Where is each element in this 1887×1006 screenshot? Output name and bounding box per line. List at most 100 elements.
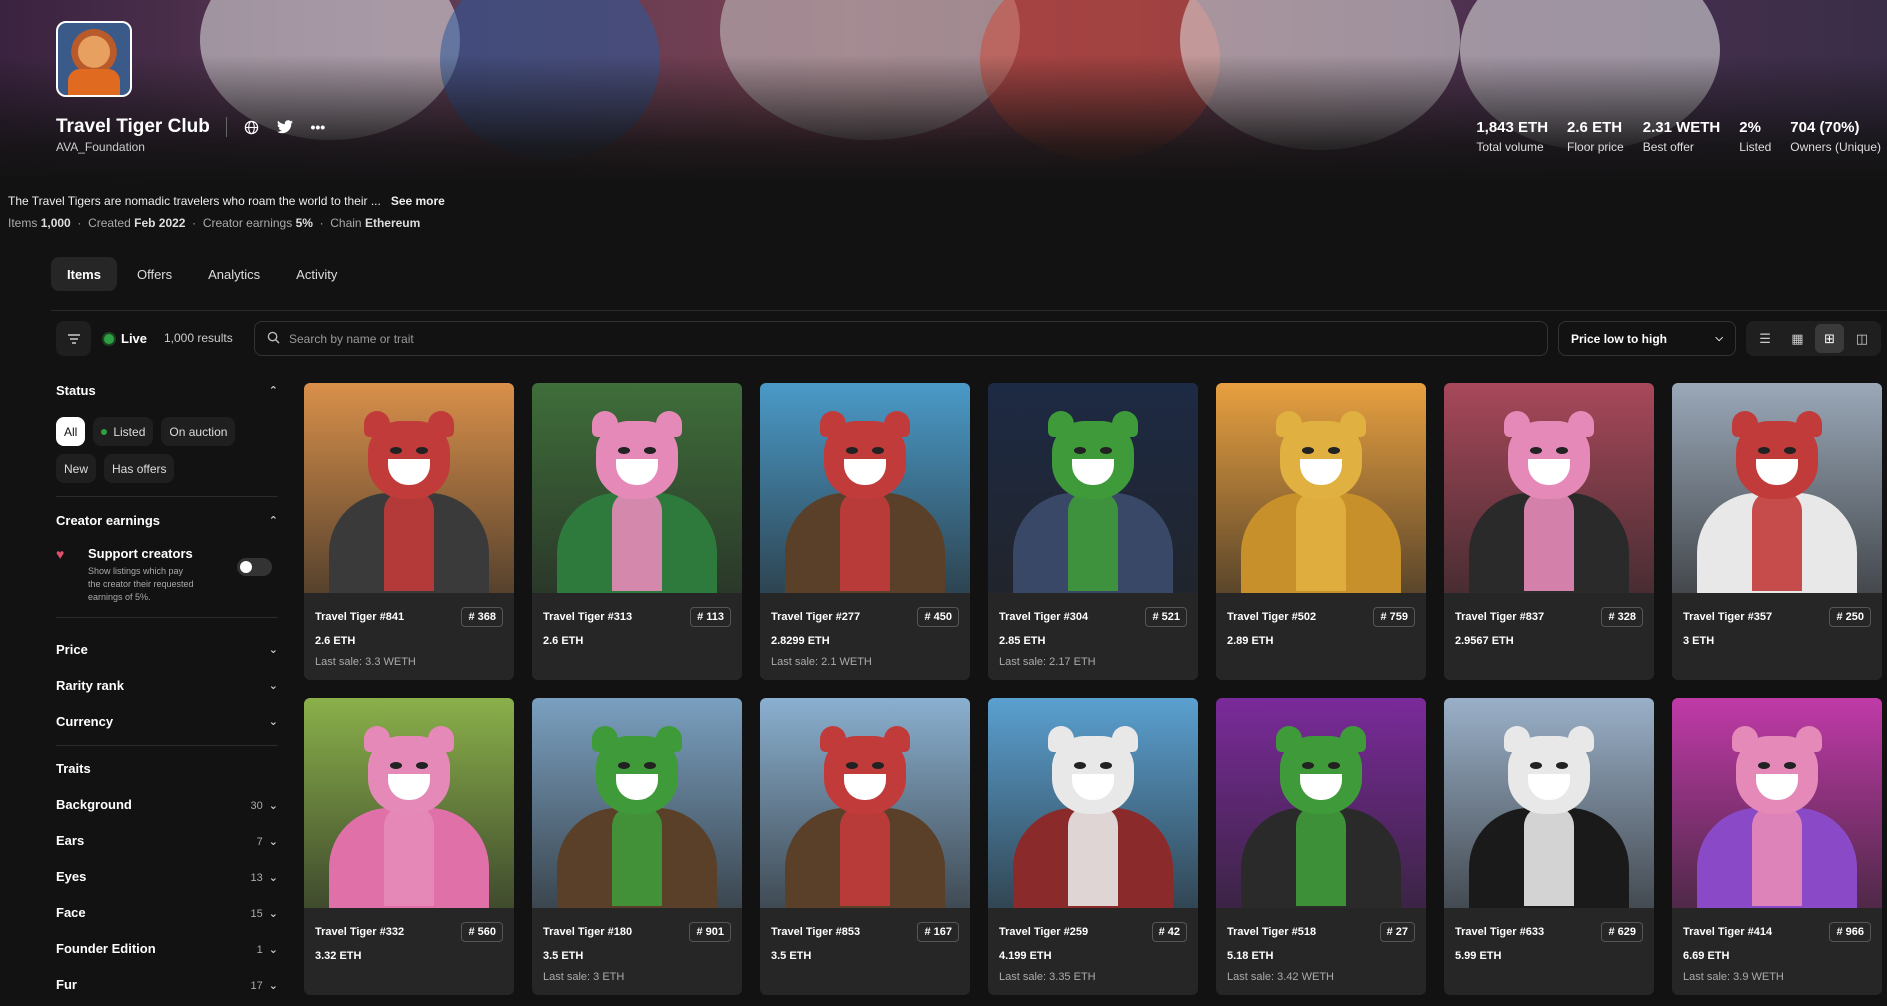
- nft-card[interactable]: Travel Tiger #633 # 629 5.99 ETH: [1444, 698, 1654, 995]
- trait-background[interactable]: Background 30 ⌄: [56, 786, 278, 822]
- nft-image[interactable]: [1444, 698, 1654, 908]
- trait-founder-edition[interactable]: Founder Edition 1 ⌄: [56, 930, 278, 966]
- collection-stats: 1,843 ETH Total volume 2.6 ETH Floor price…: [1476, 119, 1881, 154]
- support-creators-toggle[interactable]: [237, 558, 272, 576]
- nft-price: 2.6 ETH: [315, 635, 356, 647]
- rarity-rank-badge: # 450: [917, 607, 959, 627]
- nft-card[interactable]: Travel Tiger #841 # 368 2.6 ETH Last sale: …: [304, 383, 514, 680]
- nft-image[interactable]: [1444, 383, 1654, 593]
- nft-price: 6.69 ETH: [1683, 950, 1730, 962]
- rarity-rank-badge: # 42: [1151, 922, 1187, 942]
- nft-price: 3.5 ETH: [543, 950, 584, 962]
- twitter-icon[interactable]: [274, 116, 296, 138]
- nft-name: Travel Tiger #502: [1227, 611, 1317, 623]
- rarity-rank-badge: # 167: [917, 922, 959, 942]
- rarity-rank-badge: # 368: [461, 607, 503, 627]
- listed-dot-icon: [101, 428, 108, 435]
- filter-sidebar: Status ⌃ All Listed On auction New Has of…: [56, 380, 278, 1002]
- live-indicator: Live: [104, 331, 147, 346]
- nft-price: 2.6 ETH: [543, 635, 584, 647]
- status-pill-new[interactable]: New: [56, 454, 97, 483]
- nft-image[interactable]: [1216, 698, 1426, 908]
- nft-image[interactable]: [532, 698, 742, 908]
- nft-card[interactable]: Travel Tiger #502 # 759 2.89 ETH: [1216, 383, 1426, 680]
- collection-title: Travel Tiger Club: [56, 116, 210, 137]
- tab-items[interactable]: Items: [51, 257, 117, 291]
- trait-face[interactable]: Face 15 ⌄: [56, 894, 278, 930]
- trait-fur[interactable]: Fur 17 ⌄: [56, 966, 278, 1002]
- divider: [51, 310, 1887, 311]
- nft-card[interactable]: Travel Tiger #837 # 328 2.9567 ETH: [1444, 383, 1654, 680]
- tab-activity[interactable]: Activity: [280, 257, 353, 291]
- nft-price: 5.18 ETH: [1227, 950, 1274, 962]
- creator-name[interactable]: AVA_Foundation: [56, 140, 145, 154]
- search-input[interactable]: Search by name or trait: [254, 321, 1548, 356]
- stat-total-volume: 1,843 ETH Total volume: [1476, 119, 1549, 154]
- see-more-link[interactable]: See more: [391, 194, 445, 208]
- nft-image[interactable]: [532, 383, 742, 593]
- nft-card[interactable]: Travel Tiger #313 # 113 2.6 ETH: [532, 383, 742, 680]
- nft-image[interactable]: [1672, 383, 1882, 593]
- view-mode-switcher: ☰ ▦ ⊞ ◫: [1746, 321, 1881, 356]
- heart-hand-icon: ♥: [56, 546, 65, 562]
- nft-name: Travel Tiger #633: [1455, 926, 1545, 938]
- stat-best-offer: 2.31 WETH Best offer: [1642, 119, 1721, 154]
- filter-toggle-button[interactable]: [56, 321, 91, 356]
- nft-image[interactable]: [1672, 698, 1882, 908]
- globe-icon[interactable]: [241, 116, 263, 138]
- nft-card[interactable]: Travel Tiger #180 # 901 3.5 ETH Last sale: …: [532, 698, 742, 995]
- nft-card[interactable]: Travel Tiger #853 # 167 3.5 ETH: [760, 698, 970, 995]
- list-view-icon[interactable]: ☰: [1751, 324, 1780, 353]
- nft-last-sale: Last sale: 3.9 WETH: [1683, 971, 1784, 983]
- nft-image[interactable]: [1216, 383, 1426, 593]
- nft-image[interactable]: [988, 698, 1198, 908]
- grid-large-view-icon[interactable]: ⊞: [1815, 324, 1845, 353]
- status-pill-listed[interactable]: Listed: [93, 417, 154, 446]
- collection-description: The Travel Tigers are nomadic travelers …: [8, 194, 445, 208]
- nft-price: 2.8299 ETH: [771, 635, 830, 647]
- nft-image[interactable]: [304, 698, 514, 908]
- nft-image[interactable]: [760, 698, 970, 908]
- nft-card[interactable]: Travel Tiger #414 # 966 6.69 ETH Last sale:…: [1672, 698, 1882, 995]
- rarity-rank-badge: # 966: [1829, 922, 1871, 942]
- rarity-rank-badge: # 250: [1829, 607, 1871, 627]
- collection-avatar: [56, 21, 132, 97]
- nft-price: 2.9567 ETH: [1455, 635, 1514, 647]
- nft-card[interactable]: Travel Tiger #259 # 42 4.199 ETH Last sale:…: [988, 698, 1198, 995]
- sort-select[interactable]: Price low to high ⌵: [1558, 321, 1736, 356]
- nft-card[interactable]: Travel Tiger #357 # 250 3 ETH: [1672, 383, 1882, 680]
- grid-small-view-icon[interactable]: ▦: [1783, 324, 1812, 353]
- status-section-header[interactable]: Status ⌃: [56, 380, 278, 400]
- rarity-rank-badge: # 328: [1601, 607, 1643, 627]
- nft-last-sale: Last sale: 3.42 WETH: [1227, 971, 1334, 983]
- status-pill-has-offers[interactable]: Has offers: [104, 454, 175, 483]
- rarity-rank-badge: # 27: [1379, 922, 1415, 942]
- trait-ears[interactable]: Ears 7 ⌄: [56, 822, 278, 858]
- tab-analytics[interactable]: Analytics: [192, 257, 276, 291]
- nft-card[interactable]: Travel Tiger #518 # 27 5.18 ETH Last sale: …: [1216, 698, 1426, 995]
- nft-price: 3 ETH: [1683, 635, 1715, 647]
- split-view-icon[interactable]: ◫: [1847, 324, 1876, 353]
- nft-card[interactable]: Travel Tiger #332 # 560 3.32 ETH: [304, 698, 514, 995]
- nft-image[interactable]: [988, 383, 1198, 593]
- status-pill-all[interactable]: All: [56, 417, 86, 446]
- nft-image[interactable]: [760, 383, 970, 593]
- trait-eyes[interactable]: Eyes 13 ⌄: [56, 858, 278, 894]
- nft-price: 3.5 ETH: [771, 950, 812, 962]
- nft-name: Travel Tiger #853: [771, 926, 861, 938]
- chevron-down-icon: ⌄: [268, 871, 278, 884]
- tab-offers[interactable]: Offers: [121, 257, 188, 291]
- more-icon[interactable]: •••: [307, 116, 329, 138]
- status-pill-on-auction[interactable]: On auction: [161, 417, 236, 446]
- nft-card[interactable]: Travel Tiger #277 # 450 2.8299 ETH Last sal…: [760, 383, 970, 680]
- creator-earnings-header[interactable]: Creator earnings ⌃: [56, 510, 278, 530]
- filter-price[interactable]: Price ⌄: [56, 631, 278, 667]
- nft-card[interactable]: Travel Tiger #304 # 521 2.85 ETH Last sale:…: [988, 383, 1198, 680]
- filter-currency[interactable]: Currency ⌄: [56, 703, 278, 739]
- filter-rarity-rank[interactable]: Rarity rank ⌄: [56, 667, 278, 703]
- nft-last-sale: Last sale: 3 ETH: [543, 971, 625, 983]
- chevron-down-icon: ⌄: [268, 979, 278, 992]
- items-toolbar: Live 1,000 results Search by name or tra…: [56, 321, 1881, 356]
- nft-image[interactable]: [304, 383, 514, 593]
- nft-last-sale: Last sale: 3.35 ETH: [999, 971, 1096, 983]
